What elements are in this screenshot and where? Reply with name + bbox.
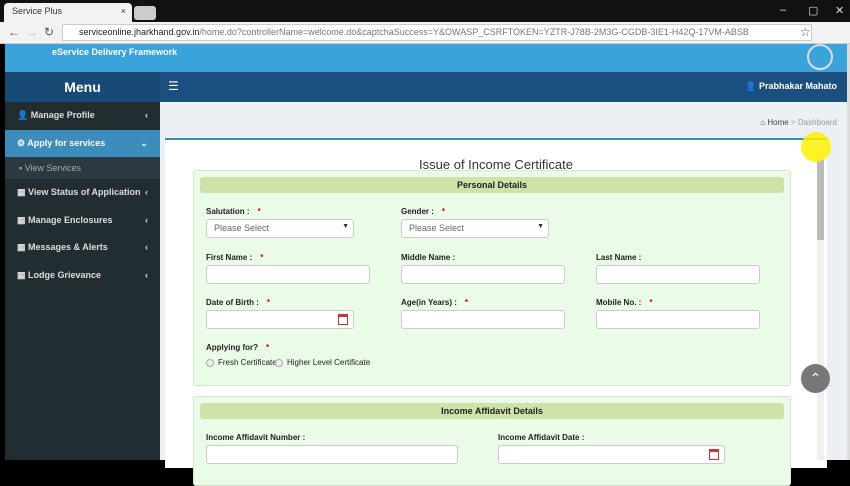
- first-name-input[interactable]: [206, 265, 370, 284]
- higher-level-certificate-radio[interactable]: Higher Level Certificate: [275, 358, 370, 367]
- sidebar-item-grievance[interactable]: ▦ Lodge Grievance ‹: [5, 262, 160, 290]
- hamburger-icon[interactable]: ☰: [168, 79, 179, 93]
- fresh-certificate-radio[interactable]: Fresh Certificate: [206, 358, 277, 367]
- sidebar-item-view-status[interactable]: ▦ View Status of Application ‹: [5, 179, 160, 207]
- affidavit-number-label: Income Affidavit Number :: [206, 433, 306, 442]
- calendar-icon[interactable]: [709, 449, 719, 460]
- breadcrumb: ⌂ Home > Dashboard: [760, 118, 837, 127]
- personal-details-panel: Personal Details Salutation : * Please Se…: [193, 170, 791, 386]
- age-label: Age(in Years) : *: [401, 298, 468, 307]
- home-icon: ⌂: [760, 118, 766, 127]
- address-bar-row: ← → ↻ serviceonline.jharkhand.gov.in/hom…: [0, 22, 850, 44]
- close-tab-icon[interactable]: ×: [121, 6, 126, 16]
- dob-input[interactable]: [206, 310, 354, 329]
- back-icon[interactable]: ←: [8, 25, 20, 39]
- calendar-icon[interactable]: [338, 314, 348, 325]
- sidebar: 👤 Manage Profile ‹ ⚙ Apply for services ⌄ …: [5, 102, 160, 460]
- mobile-input[interactable]: [596, 310, 760, 329]
- sidebar-item-manage-enclosures[interactable]: ▦ Manage Enclosures ‹: [5, 207, 160, 235]
- chevron-left-icon: ‹: [145, 214, 148, 225]
- breadcrumb-home[interactable]: Home: [767, 118, 788, 127]
- url-input[interactable]: serviceonline.jharkhand.gov.in/home.do?c…: [62, 24, 812, 41]
- chevron-left-icon: ‹: [145, 187, 148, 197]
- sidebar-item-manage-profile[interactable]: 👤 Manage Profile ‹: [5, 102, 160, 130]
- site-banner: eService Delivery Framework: [5, 44, 847, 72]
- inner-scrollbar[interactable]: [817, 150, 824, 460]
- sidebar-item-apply-services[interactable]: ⚙ Apply for services ⌄: [5, 129, 160, 157]
- affidavit-date-input[interactable]: [498, 445, 725, 464]
- scroll-to-top-button[interactable]: ⌃: [801, 364, 830, 393]
- chevron-down-icon: ⌄: [140, 137, 148, 148]
- section-heading: Personal Details: [200, 177, 784, 193]
- browser-tab-bar: Service Plus × – ▢ ✕: [0, 0, 850, 22]
- age-input[interactable]: [401, 310, 565, 329]
- main-content: ⌂ Home > Dashboard Issue of Income Certi…: [160, 102, 847, 486]
- banner-subtitle: eService Delivery Framework: [52, 47, 178, 57]
- income-affidavit-panel: Income Affidavit Details Income Affidavi…: [193, 396, 791, 486]
- browser-tab[interactable]: Service Plus ×: [4, 3, 132, 22]
- tab-title: Service Plus: [12, 6, 63, 16]
- middle-name-input[interactable]: [401, 265, 565, 284]
- form-box: Issue of Income Certificate Personal Det…: [165, 138, 827, 486]
- sidebar-item-view-services[interactable]: ▪ View Services: [5, 157, 160, 179]
- mobile-label: Mobile No. : *: [596, 298, 653, 307]
- user-menu[interactable]: 👤 Prabhakar Mahato: [745, 81, 837, 92]
- sidebar-item-messages[interactable]: ▦ Messages & Alerts ‹: [5, 234, 160, 262]
- last-name-label: Last Name :: [596, 253, 642, 262]
- cursor-highlight: [801, 132, 831, 162]
- gender-select[interactable]: Please Select ▼: [401, 219, 549, 238]
- new-tab-button[interactable]: [134, 6, 156, 20]
- chevron-left-icon: ‹: [145, 242, 148, 252]
- affidavit-date-label: Income Affidavit Date :: [498, 433, 585, 442]
- forward-icon[interactable]: →: [26, 25, 38, 39]
- top-navbar: Menu ☰ 👤 Prabhakar Mahato: [5, 72, 847, 102]
- applying-for-label: Applying for? *: [206, 343, 270, 352]
- maximize-button[interactable]: ▢: [808, 4, 818, 17]
- dropdown-arrow-icon: ▼: [342, 223, 349, 230]
- gender-label: Gender : *: [401, 207, 446, 216]
- bookmark-star-icon[interactable]: ☆: [800, 25, 811, 39]
- menu-heading: Menu: [5, 72, 160, 102]
- salutation-select[interactable]: Please Select ▼: [206, 219, 354, 238]
- first-name-label: First Name : *: [206, 253, 264, 262]
- minimize-button[interactable]: –: [780, 4, 786, 16]
- scrollbar-thumb[interactable]: [817, 160, 824, 240]
- chevron-left-icon: ‹: [145, 269, 148, 280]
- dropdown-arrow-icon: ▼: [537, 223, 544, 230]
- salutation-label: Salutation : *: [206, 207, 261, 216]
- affidavit-number-input[interactable]: [206, 445, 458, 464]
- last-name-input[interactable]: [596, 265, 760, 284]
- emblem-logo: [807, 44, 833, 70]
- reload-icon[interactable]: ↻: [44, 25, 54, 39]
- chevron-left-icon: ‹: [145, 110, 148, 120]
- middle-name-label: Middle Name :: [401, 253, 456, 262]
- close-window-button[interactable]: ✕: [835, 4, 844, 17]
- breadcrumb-current: Dashboard: [797, 118, 837, 127]
- dob-label: Date of Birth : *: [206, 298, 271, 307]
- user-name: Prabhakar Mahato: [758, 81, 837, 91]
- section-heading: Income Affidavit Details: [200, 403, 784, 419]
